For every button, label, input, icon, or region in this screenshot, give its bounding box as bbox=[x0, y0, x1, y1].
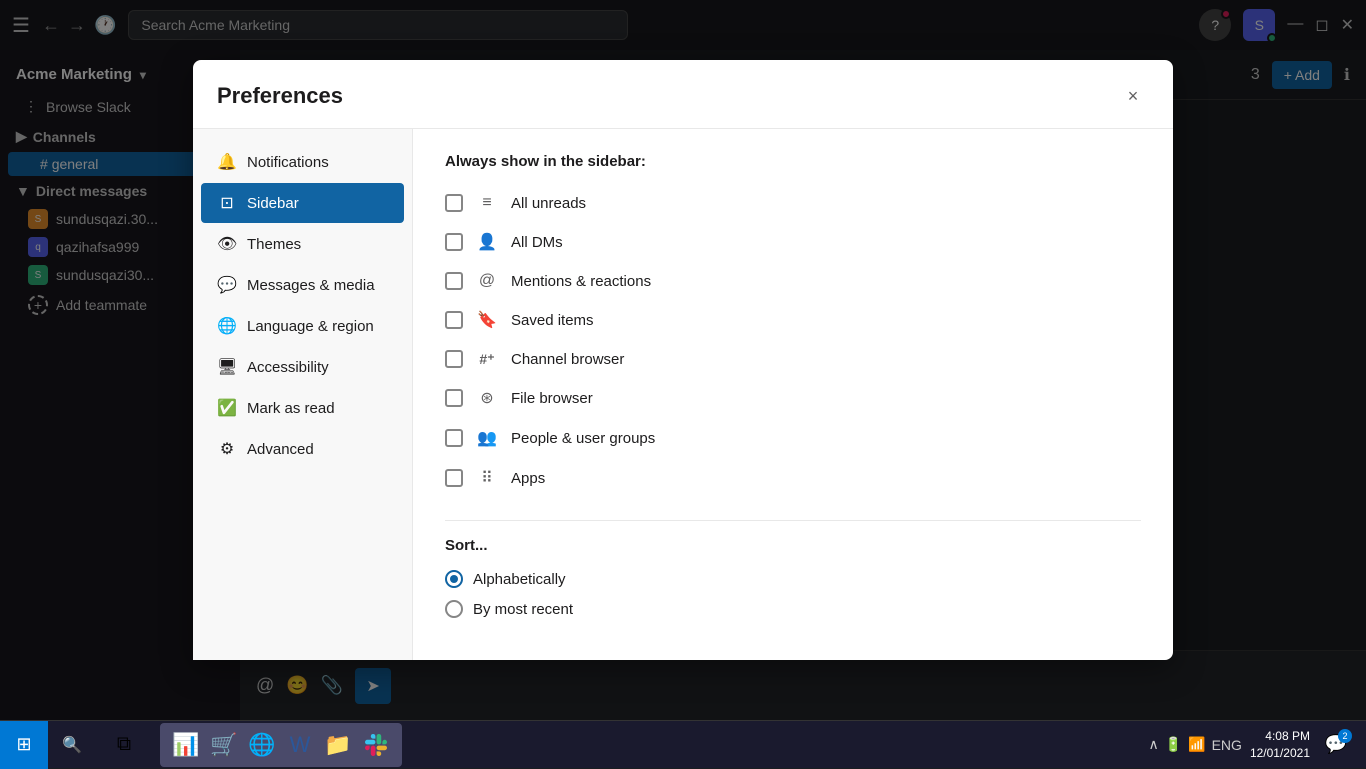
taskbar: ⊞ 🔍 ⧉ 📊 🛒 🌐 W 📁 ∧ 🔋 📶 ENG bbox=[0, 720, 1366, 768]
taskbar-network-icon: 📶 bbox=[1188, 736, 1205, 753]
prefs-close-button[interactable]: × bbox=[1117, 80, 1149, 112]
checkbox-label-apps: Apps bbox=[511, 470, 545, 487]
prefs-title: Preferences bbox=[217, 83, 343, 109]
people-icon: 👥 bbox=[475, 428, 499, 448]
taskbar-pinned-icons: ⧉ bbox=[104, 725, 144, 765]
prefs-nav-label-notifications: Notifications bbox=[247, 154, 329, 171]
radio-alphabetically[interactable] bbox=[445, 570, 463, 588]
notifications-icon: 🔔 bbox=[217, 152, 237, 172]
prefs-header: Preferences × bbox=[193, 60, 1173, 129]
prefs-nav-sidebar[interactable]: ⊡ Sidebar bbox=[201, 183, 404, 223]
checkbox-item-saved: 🔖 Saved items bbox=[445, 302, 1141, 338]
radio-item-most-recent[interactable]: By most recent bbox=[445, 600, 1141, 618]
checkbox-mentions[interactable] bbox=[445, 272, 463, 290]
taskbar-task-view[interactable]: ⧉ bbox=[104, 725, 144, 765]
taskbar-time-value: 4:08 PM bbox=[1250, 728, 1310, 745]
checkbox-item-channel-browser: #⁺ Channel browser bbox=[445, 342, 1141, 376]
prefs-nav-advanced[interactable]: ⚙ Advanced bbox=[201, 429, 404, 469]
prefs-nav-messages[interactable]: 💬 Messages & media bbox=[201, 265, 404, 305]
taskbar-powerpoint-icon[interactable]: 📊 bbox=[168, 727, 204, 763]
checkbox-all-dms[interactable] bbox=[445, 233, 463, 251]
prefs-nav-themes[interactable]: 👁 Themes bbox=[201, 224, 404, 264]
prefs-nav-label-accessibility: Accessibility bbox=[247, 359, 329, 376]
language-icon: 🌐 bbox=[217, 316, 237, 336]
checkbox-item-file-browser: ⊛ File browser bbox=[445, 380, 1141, 416]
advanced-icon: ⚙ bbox=[217, 439, 237, 459]
taskbar-store-icon[interactable]: 🛒 bbox=[206, 727, 242, 763]
prefs-nav-label-messages: Messages & media bbox=[247, 277, 375, 294]
checkbox-all-unreads[interactable] bbox=[445, 194, 463, 212]
checkbox-item-mentions: @ Mentions & reactions bbox=[445, 264, 1141, 298]
taskbar-expand-icon[interactable]: ∧ bbox=[1148, 736, 1158, 753]
checkbox-item-all-unreads: ≡ All unreads bbox=[445, 186, 1141, 220]
prefs-nav-markasread[interactable]: ✅ Mark as read bbox=[201, 388, 404, 428]
prefs-nav-label-markasread: Mark as read bbox=[247, 400, 335, 417]
file-browser-icon: ⊛ bbox=[475, 388, 499, 408]
sort-title: Sort... bbox=[445, 537, 1141, 554]
prefs-nav-accessibility[interactable]: 🖥 Accessibility bbox=[201, 347, 404, 387]
taskbar-search-button[interactable]: 🔍 bbox=[52, 725, 92, 765]
prefs-nav-notifications[interactable]: 🔔 Notifications bbox=[201, 142, 404, 182]
all-unreads-icon: ≡ bbox=[475, 194, 499, 212]
modal-overlay: Preferences × 🔔 Notifications ⊡ Sidebar … bbox=[0, 0, 1366, 720]
checkbox-saved[interactable] bbox=[445, 311, 463, 329]
taskbar-app-group: 📊 🛒 🌐 W 📁 bbox=[160, 723, 402, 767]
checkbox-label-saved: Saved items bbox=[511, 312, 594, 329]
taskbar-explorer-icon[interactable]: 📁 bbox=[320, 727, 356, 763]
checkbox-item-people: 👥 People & user groups bbox=[445, 420, 1141, 456]
taskbar-notif-badge: 2 bbox=[1338, 729, 1352, 743]
taskbar-word-icon[interactable]: W bbox=[282, 727, 318, 763]
prefs-content: Always show in the sidebar: ≡ All unread… bbox=[413, 129, 1173, 660]
checkbox-label-channel-browser: Channel browser bbox=[511, 351, 624, 368]
checkbox-label-mentions: Mentions & reactions bbox=[511, 273, 651, 290]
checkbox-file-browser[interactable] bbox=[445, 389, 463, 407]
prefs-nav-label-sidebar: Sidebar bbox=[247, 195, 299, 212]
checkbox-label-all-dms: All DMs bbox=[511, 234, 563, 251]
taskbar-right: ∧ 🔋 📶 ENG 4:08 PM 12/01/2021 💬 2 bbox=[1148, 727, 1366, 763]
taskbar-sys-icons: ∧ 🔋 📶 ENG bbox=[1148, 736, 1241, 753]
prefs-nav-label-advanced: Advanced bbox=[247, 441, 314, 458]
radio-label-alphabetically: Alphabetically bbox=[473, 571, 566, 588]
mentions-icon: @ bbox=[475, 272, 499, 290]
start-button[interactable]: ⊞ bbox=[0, 721, 48, 769]
taskbar-slack-icon[interactable] bbox=[358, 727, 394, 763]
checkbox-apps[interactable] bbox=[445, 469, 463, 487]
checkbox-channel-browser[interactable] bbox=[445, 350, 463, 368]
saved-icon: 🔖 bbox=[475, 310, 499, 330]
radio-most-recent[interactable] bbox=[445, 600, 463, 618]
radio-item-alphabetically[interactable]: Alphabetically bbox=[445, 570, 1141, 588]
markasread-icon: ✅ bbox=[217, 398, 237, 418]
accessibility-icon: 🖥 bbox=[217, 357, 237, 377]
sort-radio-list: Alphabetically By most recent bbox=[445, 570, 1141, 618]
all-dms-icon: 👤 bbox=[475, 232, 499, 252]
prefs-nav-label-themes: Themes bbox=[247, 236, 301, 253]
preferences-modal: Preferences × 🔔 Notifications ⊡ Sidebar … bbox=[193, 60, 1173, 660]
apps-icon: ⠿ bbox=[475, 468, 499, 488]
sidebar-section-title: Always show in the sidebar: bbox=[445, 153, 1141, 170]
themes-icon: 👁 bbox=[217, 234, 237, 254]
messages-icon: 💬 bbox=[217, 275, 237, 295]
taskbar-clock: 4:08 PM 12/01/2021 bbox=[1250, 728, 1310, 762]
radio-label-most-recent: By most recent bbox=[473, 601, 573, 618]
checkbox-label-people: People & user groups bbox=[511, 430, 655, 447]
checkbox-item-apps: ⠿ Apps bbox=[445, 460, 1141, 496]
sidebar-checkbox-list: ≡ All unreads 👤 All DMs @ Mentions & rea… bbox=[445, 186, 1141, 496]
divider bbox=[445, 520, 1141, 521]
checkbox-people[interactable] bbox=[445, 429, 463, 447]
sidebar-icon: ⊡ bbox=[217, 193, 237, 213]
prefs-nav-language[interactable]: 🌐 Language & region bbox=[201, 306, 404, 346]
taskbar-chrome-icon[interactable]: 🌐 bbox=[244, 727, 280, 763]
taskbar-notification-button[interactable]: 💬 2 bbox=[1318, 727, 1354, 763]
checkbox-label-all-unreads: All unreads bbox=[511, 195, 586, 212]
channel-browser-icon: #⁺ bbox=[475, 351, 499, 368]
prefs-body: 🔔 Notifications ⊡ Sidebar 👁 Themes 💬 Mes… bbox=[193, 129, 1173, 660]
prefs-nav-label-language: Language & region bbox=[247, 318, 374, 335]
checkbox-item-all-dms: 👤 All DMs bbox=[445, 224, 1141, 260]
prefs-nav: 🔔 Notifications ⊡ Sidebar 👁 Themes 💬 Mes… bbox=[193, 129, 413, 660]
taskbar-lang: ENG bbox=[1212, 737, 1242, 753]
checkbox-label-file-browser: File browser bbox=[511, 390, 593, 407]
taskbar-battery-icon: 🔋 bbox=[1165, 736, 1182, 753]
taskbar-date-value: 12/01/2021 bbox=[1250, 745, 1310, 762]
radio-dot-alphabetically bbox=[450, 575, 458, 583]
